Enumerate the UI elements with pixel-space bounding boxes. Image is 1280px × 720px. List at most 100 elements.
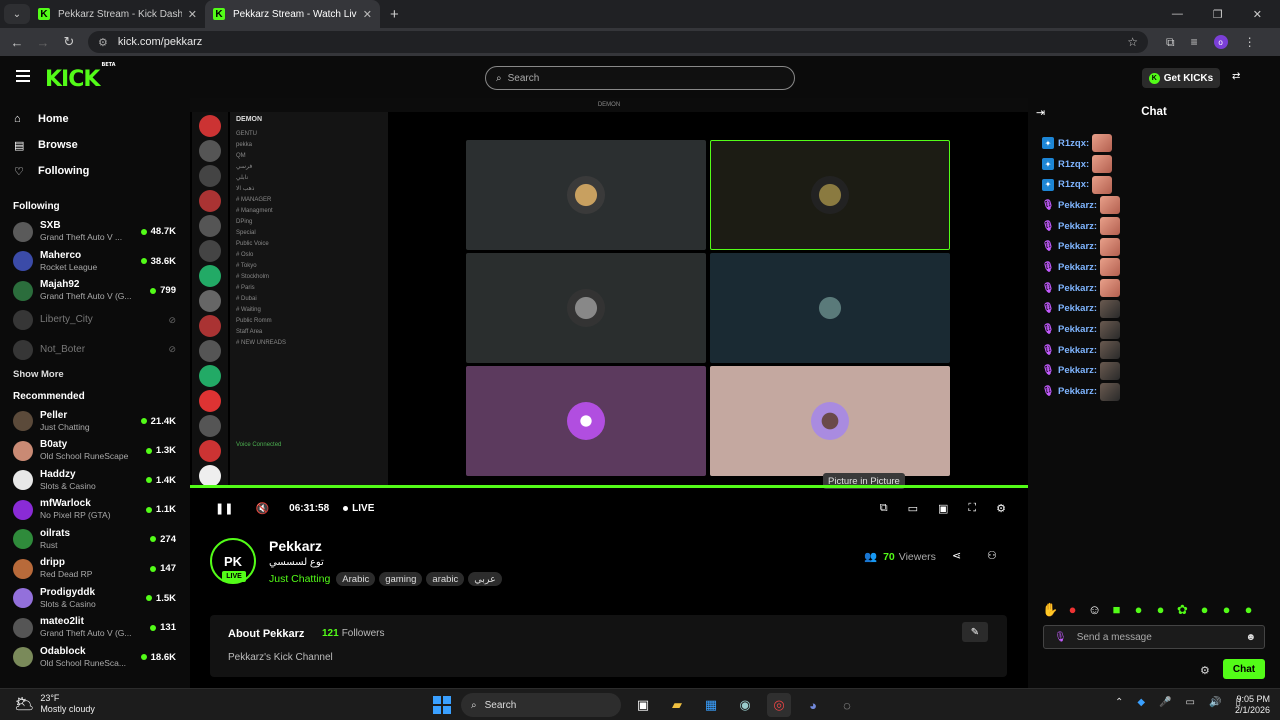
emote-green-icon[interactable]: ● bbox=[1196, 602, 1213, 618]
store-icon[interactable]: ▦ bbox=[699, 693, 723, 717]
sidebar-channel-item[interactable]: B0aty Old School RuneScape 1.3K bbox=[0, 436, 190, 466]
video-player[interactable]: DEMON DEMON GENTU pekka QM فرسي نابلي ذهب الا… bbox=[190, 98, 1028, 523]
extensions-icon[interactable]: ⧉ bbox=[1166, 35, 1175, 50]
search-input[interactable]: ⌕ Search bbox=[485, 66, 795, 90]
stream-tag[interactable]: Arabic bbox=[336, 572, 376, 586]
network-icon[interactable]: ▭ bbox=[1186, 697, 1195, 708]
picture-in-picture-icon[interactable]: ⧉ bbox=[880, 502, 888, 515]
emote-green-icon[interactable]: ■ bbox=[1108, 602, 1125, 618]
share-icon[interactable]: ⋖ bbox=[952, 549, 961, 562]
browser-tab-watch[interactable]: K Pekkarz Stream - Watch Live on Kick ✕ bbox=[205, 0, 380, 28]
stream-tag[interactable]: عربي bbox=[468, 572, 502, 586]
sidebar-item-home[interactable]: ⌂ Home bbox=[0, 106, 190, 132]
mute-icon[interactable]: 🔇 bbox=[255, 502, 269, 515]
chevron-up-icon[interactable]: ⌃ bbox=[1115, 697, 1123, 708]
fullscreen-icon[interactable]: ⛶ bbox=[968, 502, 976, 515]
chat-username[interactable]: R1zqx: bbox=[1058, 159, 1089, 170]
chat-username[interactable]: R1zqx: bbox=[1058, 138, 1089, 149]
stream-tag[interactable]: arabic bbox=[426, 572, 465, 586]
sidebar-channel-item[interactable]: Maherco Rocket League 38.6K bbox=[0, 247, 190, 277]
file-explorer-icon[interactable]: ▰ bbox=[665, 693, 689, 717]
sidebar-channel-item[interactable]: Liberty_City ⊘ bbox=[0, 306, 190, 336]
chat-username[interactable]: R1zqx: bbox=[1058, 179, 1089, 190]
chrome-icon[interactable]: ◎ bbox=[767, 693, 791, 717]
user-menu-icon[interactable]: ⇄ bbox=[1232, 71, 1240, 82]
close-tab-icon[interactable]: ✕ bbox=[188, 8, 197, 21]
sidebar-channel-item[interactable]: Not_Boter ⊘ bbox=[0, 335, 190, 365]
chat-username[interactable]: Pekkarz: bbox=[1058, 221, 1097, 232]
sidebar-channel-item[interactable]: dripp Red Dead RP 147 bbox=[0, 554, 190, 584]
task-view-icon[interactable]: ▣ bbox=[631, 693, 655, 717]
chat-username[interactable]: Pekkarz: bbox=[1058, 200, 1097, 211]
maximize-icon[interactable]: ❐ bbox=[1213, 8, 1223, 21]
get-kicks-button[interactable]: K Get KICKs bbox=[1142, 68, 1220, 88]
chat-input[interactable]: 🎙 Send a message ☻ bbox=[1043, 625, 1265, 649]
stream-tag[interactable]: gaming bbox=[379, 572, 423, 586]
site-info-icon[interactable]: ⚙ bbox=[98, 36, 108, 49]
browser-tab-dashboard[interactable]: K Pekkarz Stream - Kick Dashboard ✕ bbox=[30, 0, 205, 28]
tab-search-button[interactable]: ⌄ bbox=[4, 4, 30, 24]
forward-arrow-icon[interactable]: → bbox=[30, 35, 56, 50]
category-link[interactable]: Just Chatting bbox=[269, 573, 330, 585]
url-field[interactable]: ⚙ kick.com/pekkarz ☆ bbox=[88, 31, 1148, 53]
theater-mode-icon[interactable]: ▭ bbox=[908, 502, 918, 515]
weather-widget[interactable]: 🌥 23°F Mostly cloudy bbox=[14, 693, 95, 715]
sidebar-channel-item[interactable]: mfWarlock No Pixel RP (GTA) 1.1K bbox=[0, 495, 190, 525]
close-window-icon[interactable]: ✕ bbox=[1253, 8, 1262, 21]
chat-username[interactable]: Pekkarz: bbox=[1058, 324, 1097, 335]
emote-face-icon[interactable]: ☺ bbox=[1086, 602, 1103, 618]
player-progress-bar[interactable] bbox=[190, 485, 1028, 488]
discord-icon[interactable]: ◕ bbox=[801, 693, 825, 717]
sidebar-channel-item[interactable]: Majah92 Grand Theft Auto V (G... 799 bbox=[0, 276, 190, 306]
emote-hand-icon[interactable]: ✋ bbox=[1042, 602, 1059, 618]
sidebar-item-browse[interactable]: ▤ Browse bbox=[0, 132, 190, 158]
emoji-picker-icon[interactable]: ☻ bbox=[1245, 632, 1256, 643]
chat-username[interactable]: Pekkarz: bbox=[1058, 365, 1097, 376]
emote-green-icon[interactable]: ● bbox=[1152, 602, 1169, 618]
windows-start-icon[interactable] bbox=[433, 696, 451, 714]
sidebar-channel-item[interactable]: Peller Just Chatting 21.4K bbox=[0, 407, 190, 437]
settings-gear-icon[interactable]: ⚙ bbox=[996, 502, 1006, 515]
new-tab-icon[interactable]: + bbox=[390, 6, 399, 23]
send-chat-button[interactable]: Chat bbox=[1223, 659, 1265, 679]
collapse-chat-icon[interactable]: ⇥ bbox=[1036, 106, 1045, 119]
chat-username[interactable]: Pekkarz: bbox=[1058, 386, 1097, 397]
sidebar-channel-item[interactable]: Haddzy Slots & Casino 1.4K bbox=[0, 466, 190, 496]
edit-pencil-icon[interactable]: ✎ bbox=[962, 622, 988, 642]
tray-app-icon[interactable]: ◆ bbox=[1137, 697, 1145, 708]
taskbar-search-input[interactable]: ⌕ Search bbox=[461, 693, 621, 717]
emote-green-icon[interactable]: ● bbox=[1130, 602, 1147, 618]
kick-logo[interactable]: KICKBETA bbox=[45, 62, 116, 92]
sidebar-channel-item[interactable]: mateo2lit Grand Theft Auto V (G... 131 bbox=[0, 613, 190, 643]
reload-icon[interactable]: ↻ bbox=[56, 34, 82, 50]
chat-settings-gear-icon[interactable]: ⚙ bbox=[1200, 664, 1210, 677]
obs-icon[interactable]: ◌ bbox=[835, 693, 859, 717]
menu-icon[interactable] bbox=[16, 70, 30, 82]
sidebar-channel-item[interactable]: oilrats Rust 274 bbox=[0, 525, 190, 555]
emote-green-icon[interactable]: ● bbox=[1218, 602, 1235, 618]
chat-username[interactable]: Pekkarz: bbox=[1058, 345, 1097, 356]
browser-menu-icon[interactable]: ⋮ bbox=[1244, 35, 1256, 49]
chat-username[interactable]: Pekkarz: bbox=[1058, 262, 1097, 273]
chat-username[interactable]: Pekkarz: bbox=[1058, 303, 1097, 314]
profile-avatar[interactable]: o bbox=[1213, 35, 1228, 49]
emote-green-icon[interactable]: ● bbox=[1240, 602, 1257, 618]
taskbar-clock[interactable]: 9:05 PM 2/1/2026 bbox=[1228, 694, 1270, 716]
sidebar-channel-item[interactable]: Prodigyddk Slots & Casino 1.5K bbox=[0, 584, 190, 614]
sidebar-channel-item[interactable]: Odablock Old School RuneSca... 18.6K bbox=[0, 643, 190, 673]
chat-username[interactable]: Pekkarz: bbox=[1058, 241, 1097, 252]
media-control-icon[interactable]: ≡ bbox=[1191, 35, 1198, 49]
mic-icon[interactable]: 🎤 bbox=[1159, 697, 1171, 708]
emote-red-icon[interactable]: ● bbox=[1064, 602, 1081, 618]
close-tab-icon[interactable]: ✕ bbox=[363, 8, 372, 21]
chat-username[interactable]: Pekkarz: bbox=[1058, 283, 1097, 294]
follow-user-icon[interactable]: ⚇ bbox=[987, 549, 997, 562]
show-more-button[interactable]: Show More bbox=[0, 365, 190, 385]
sidebar-channel-item[interactable]: SXB Grand Theft Auto V ... 48.7K bbox=[0, 217, 190, 247]
streamer-name[interactable]: Pekkarz bbox=[269, 538, 322, 554]
steam-icon[interactable]: ◉ bbox=[733, 693, 757, 717]
clip-icon[interactable]: ▣ bbox=[938, 502, 948, 515]
bookmark-star-icon[interactable]: ☆ bbox=[1127, 35, 1138, 49]
volume-icon[interactable]: 🔊 bbox=[1209, 697, 1221, 708]
emote-green-icon[interactable]: ✿ bbox=[1174, 602, 1191, 618]
